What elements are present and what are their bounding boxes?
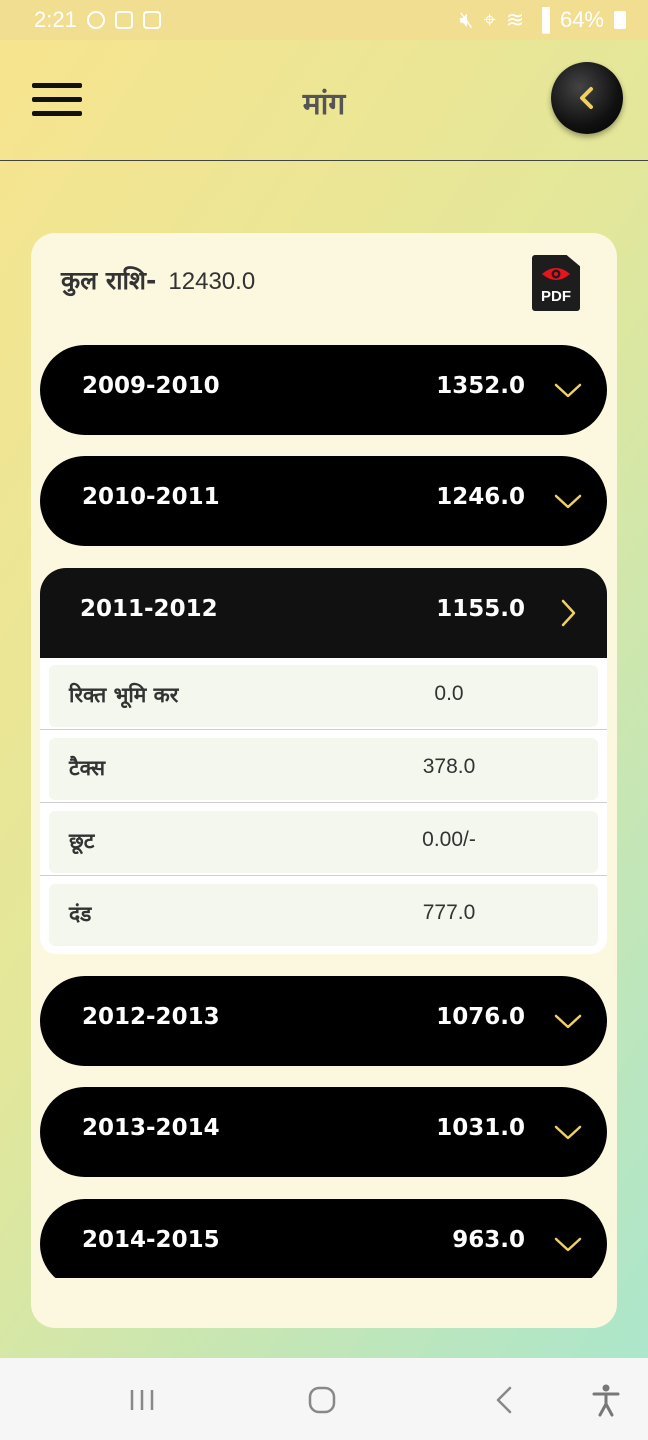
mute-icon: 🔇︎ (459, 7, 474, 32)
status-time: 2:21 (34, 7, 77, 32)
detail-value: 777.0 (422, 901, 476, 924)
year-detail-panel: रिक्त भूमि कर 0.0 टैक्स 378.0 छूट 0.00/-… (40, 658, 607, 954)
detail-row-penalty: दंड 777.0 (49, 884, 598, 946)
signal-icon: ▐ (534, 7, 550, 32)
back-nav-icon[interactable] (486, 1382, 522, 1418)
year-period: 2009-2010 (82, 373, 220, 399)
battery-percent: 64% (559, 7, 604, 32)
system-navigation-bar (0, 1358, 648, 1440)
year-period: 2014-2015 (82, 1227, 220, 1253)
chevron-down-icon (554, 383, 582, 398)
status-left: 2:21 (34, 7, 161, 33)
year-amount: 1246.0 (436, 484, 525, 510)
year-row-2014-2015[interactable]: 2014-2015 963.0 (40, 1199, 607, 1278)
year-row-2012-2013[interactable]: 2012-2013 1076.0 (40, 976, 607, 1066)
wifi-icon: ≋ (505, 7, 525, 32)
divider (40, 875, 607, 876)
total-amount-row: कुल राशि- 12430.0 (61, 263, 255, 297)
location-icon: ⌖ (483, 7, 496, 32)
detail-label: रिक्त भूमि कर (69, 683, 179, 707)
accessibility-icon[interactable] (588, 1382, 624, 1418)
total-value: 12430.0 (168, 268, 256, 295)
status-right: 🔇︎ ⌖ ≋ ▐ 64% (460, 7, 626, 33)
divider (40, 802, 607, 803)
year-amount: 1352.0 (436, 373, 525, 399)
sync-icon (86, 11, 105, 29)
year-period: 2012-2013 (82, 1004, 220, 1030)
year-period: 2011-2012 (80, 596, 218, 622)
detail-label: टैक्स (69, 756, 106, 780)
gallery-icon (142, 11, 161, 29)
app-bar: मांग (0, 40, 648, 161)
chevron-down-icon (554, 1014, 582, 1029)
year-row-2011-2012[interactable]: 2011-2012 1155.0 (40, 568, 607, 658)
detail-label: छूट (69, 829, 95, 853)
demand-card: कुल राशि- 12430.0 PDF 2009-2010 1352.0 2… (31, 233, 617, 1328)
total-label: कुल राशि- (61, 266, 157, 295)
divider (40, 729, 607, 730)
chevron-down-icon (554, 494, 582, 509)
calendar-icon (114, 11, 133, 29)
year-row-2010-2011[interactable]: 2010-2011 1246.0 (40, 456, 607, 546)
back-button[interactable] (551, 62, 623, 134)
battery-icon (614, 11, 626, 29)
chevron-right-icon (561, 599, 576, 627)
year-amount: 963.0 (452, 1227, 525, 1253)
detail-value: 0.00/- (422, 828, 476, 851)
recent-apps-icon[interactable] (124, 1382, 160, 1418)
chevron-down-icon (554, 1125, 582, 1140)
year-amount: 1076.0 (436, 1004, 525, 1030)
detail-row-tax: टैक्स 378.0 (49, 738, 598, 800)
year-period: 2013-2014 (82, 1115, 220, 1141)
year-amount: 1031.0 (436, 1115, 525, 1141)
pdf-view-button[interactable]: PDF (532, 255, 580, 311)
eye-icon (542, 268, 570, 280)
chevron-down-icon (554, 1237, 582, 1252)
detail-value: 378.0 (422, 755, 476, 778)
pdf-label: PDF (541, 288, 571, 305)
detail-value: 0.0 (434, 682, 464, 705)
year-amount: 1155.0 (436, 596, 525, 622)
scroll-clip: 2014-2015 963.0 (31, 1199, 617, 1278)
year-row-2013-2014[interactable]: 2013-2014 1031.0 (40, 1087, 607, 1177)
detail-label: दंड (69, 902, 92, 926)
year-row-2009-2010[interactable]: 2009-2010 1352.0 (40, 345, 607, 435)
status-bar: 2:21 🔇︎ ⌖ ≋ ▐ 64% (0, 0, 648, 40)
home-icon[interactable] (304, 1382, 340, 1418)
chevron-left-icon (580, 87, 593, 109)
detail-row-discount: छूट 0.00/- (49, 811, 598, 873)
detail-row-vacant-land-tax: रिक्त भूमि कर 0.0 (49, 665, 598, 727)
year-period: 2010-2011 (82, 484, 220, 510)
